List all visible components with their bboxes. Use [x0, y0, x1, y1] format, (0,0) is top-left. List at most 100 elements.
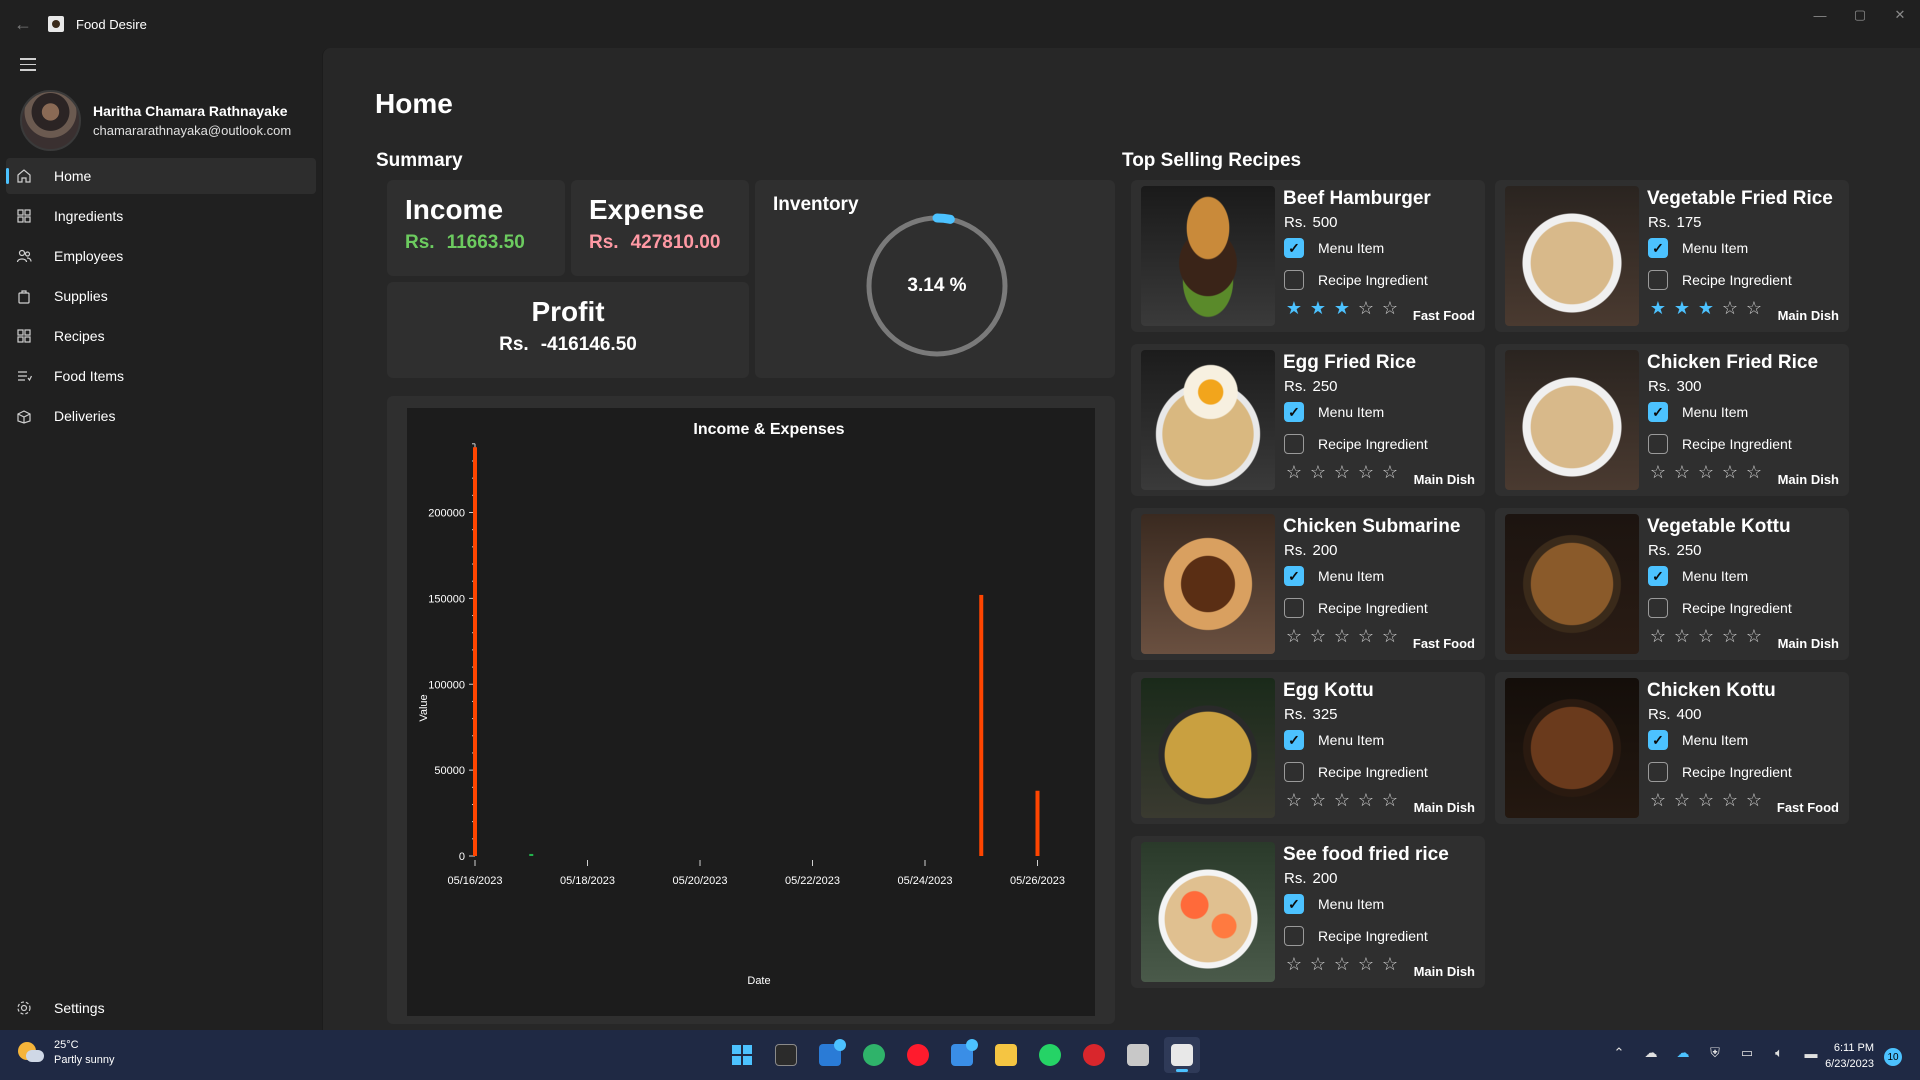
star-icon[interactable]: ☆ — [1282, 954, 1306, 975]
menu-item-checkbox-row[interactable]: ✓ Menu Item — [1648, 566, 1748, 586]
recipe-ingredient-checkbox[interactable] — [1284, 598, 1304, 618]
taskbar-app-t[interactable] — [1076, 1037, 1112, 1073]
rating-stars[interactable]: ☆ ☆ ☆ ☆ ☆ — [1282, 626, 1402, 647]
recipe-ingredient-checkbox-row[interactable]: Recipe Ingredient — [1284, 598, 1428, 618]
star-icon[interactable]: ☆ — [1694, 790, 1718, 811]
star-icon[interactable]: ★ — [1694, 298, 1718, 319]
recipe-card-chicken-submarine[interactable]: Chicken Submarine Rs. 200 ✓ Menu Item Rec… — [1131, 508, 1485, 660]
taskbar-whatsapp[interactable] — [1032, 1037, 1068, 1073]
star-icon[interactable]: ☆ — [1330, 462, 1354, 483]
menu-item-checkbox[interactable]: ✓ — [1648, 730, 1668, 750]
sidebar-item-ingredients[interactable]: Ingredients — [6, 198, 316, 234]
recipe-card-chicken-fried-rice[interactable]: Chicken Fried Rice Rs. 300 ✓ Menu Item Re… — [1495, 344, 1849, 496]
rating-stars[interactable]: ☆ ☆ ☆ ☆ ☆ — [1646, 790, 1766, 811]
recipe-ingredient-checkbox[interactable] — [1648, 434, 1668, 454]
taskbar-store[interactable] — [944, 1037, 980, 1073]
recipe-card-chicken-kottu[interactable]: Chicken Kottu Rs. 400 ✓ Menu Item Recipe … — [1495, 672, 1849, 824]
menu-item-checkbox-row[interactable]: ✓ Menu Item — [1284, 894, 1384, 914]
recipe-ingredient-checkbox[interactable] — [1284, 762, 1304, 782]
star-icon[interactable]: ☆ — [1354, 462, 1378, 483]
sidebar-item-employees[interactable]: Employees — [6, 238, 316, 274]
star-icon[interactable]: ☆ — [1670, 790, 1694, 811]
menu-item-checkbox[interactable]: ✓ — [1284, 566, 1304, 586]
recipe-ingredient-checkbox[interactable] — [1284, 270, 1304, 290]
star-icon[interactable]: ☆ — [1282, 462, 1306, 483]
star-icon[interactable]: ★ — [1282, 298, 1306, 319]
menu-item-checkbox[interactable]: ✓ — [1284, 238, 1304, 258]
star-icon[interactable]: ☆ — [1330, 790, 1354, 811]
recipe-card-egg-fried-rice[interactable]: Egg Fried Rice Rs. 250 ✓ Menu Item Recipe… — [1131, 344, 1485, 496]
star-icon[interactable]: ☆ — [1694, 626, 1718, 647]
sidebar-item-recipes[interactable]: Recipes — [6, 318, 316, 354]
user-profile[interactable]: Haritha Chamara Rathnayake chamararathna… — [20, 90, 291, 151]
security-icon[interactable]: ⛨ — [1706, 1044, 1724, 1062]
network-icon[interactable]: ▭ — [1738, 1044, 1756, 1062]
sidebar-item-home[interactable]: Home — [6, 158, 316, 194]
star-icon[interactable]: ☆ — [1354, 626, 1378, 647]
star-icon[interactable]: ☆ — [1742, 626, 1766, 647]
start-button[interactable] — [724, 1037, 760, 1073]
weather-widget[interactable]: 25°C Partly sunny — [18, 1038, 115, 1068]
close-button[interactable]: ✕ — [1880, 0, 1920, 30]
recipe-card-vegetable-kottu[interactable]: Vegetable Kottu Rs. 250 ✓ Menu Item Recip… — [1495, 508, 1849, 660]
star-icon[interactable]: ☆ — [1742, 790, 1766, 811]
star-icon[interactable]: ☆ — [1330, 954, 1354, 975]
star-icon[interactable]: ☆ — [1670, 462, 1694, 483]
recipe-ingredient-checkbox[interactable] — [1648, 270, 1668, 290]
menu-item-checkbox-row[interactable]: ✓ Menu Item — [1648, 238, 1748, 258]
menu-item-checkbox[interactable]: ✓ — [1284, 402, 1304, 422]
recipe-card-egg-kottu[interactable]: Egg Kottu Rs. 325 ✓ Menu Item Recipe Ingr… — [1131, 672, 1485, 824]
menu-item-checkbox[interactable]: ✓ — [1648, 238, 1668, 258]
star-icon[interactable]: ☆ — [1378, 626, 1402, 647]
recipe-ingredient-checkbox[interactable] — [1284, 434, 1304, 454]
notification-badge[interactable]: 10 — [1884, 1048, 1902, 1066]
star-icon[interactable]: ★ — [1330, 298, 1354, 319]
star-icon[interactable]: ☆ — [1378, 462, 1402, 483]
star-icon[interactable]: ☆ — [1718, 626, 1742, 647]
menu-item-checkbox-row[interactable]: ✓ Menu Item — [1648, 402, 1748, 422]
recipe-ingredient-checkbox[interactable] — [1648, 598, 1668, 618]
recipe-ingredient-checkbox-row[interactable]: Recipe Ingredient — [1648, 598, 1792, 618]
star-icon[interactable]: ☆ — [1354, 954, 1378, 975]
taskbar-file-explorer[interactable] — [988, 1037, 1024, 1073]
star-icon[interactable]: ★ — [1670, 298, 1694, 319]
taskbar-terminal[interactable] — [768, 1037, 804, 1073]
chevron-up-icon[interactable]: ⌃ — [1610, 1044, 1628, 1062]
star-icon[interactable]: ☆ — [1306, 790, 1330, 811]
rating-stars[interactable]: ☆ ☆ ☆ ☆ ☆ — [1646, 462, 1766, 483]
star-icon[interactable]: ☆ — [1282, 626, 1306, 647]
recipe-ingredient-checkbox[interactable] — [1284, 926, 1304, 946]
star-icon[interactable]: ☆ — [1646, 626, 1670, 647]
star-icon[interactable]: ☆ — [1354, 790, 1378, 811]
star-icon[interactable]: ☆ — [1378, 298, 1402, 319]
menu-item-checkbox-row[interactable]: ✓ Menu Item — [1648, 730, 1748, 750]
rating-stars[interactable]: ★ ★ ★ ☆ ☆ — [1282, 298, 1402, 319]
star-icon[interactable]: ☆ — [1354, 298, 1378, 319]
star-icon[interactable]: ☆ — [1718, 298, 1742, 319]
star-icon[interactable]: ★ — [1306, 298, 1330, 319]
star-icon[interactable]: ☆ — [1718, 790, 1742, 811]
taskbar-opera[interactable] — [900, 1037, 936, 1073]
recipe-ingredient-checkbox-row[interactable]: Recipe Ingredient — [1284, 926, 1428, 946]
taskbar-edge[interactable] — [856, 1037, 892, 1073]
star-icon[interactable]: ☆ — [1378, 954, 1402, 975]
cloud-icon[interactable]: ☁ — [1642, 1044, 1660, 1062]
recipe-ingredient-checkbox-row[interactable]: Recipe Ingredient — [1284, 762, 1428, 782]
star-icon[interactable]: ☆ — [1306, 954, 1330, 975]
menu-item-checkbox-row[interactable]: ✓ Menu Item — [1284, 402, 1384, 422]
recipe-ingredient-checkbox-row[interactable]: Recipe Ingredient — [1284, 270, 1428, 290]
rating-stars[interactable]: ☆ ☆ ☆ ☆ ☆ — [1282, 462, 1402, 483]
recipe-ingredient-checkbox-row[interactable]: Recipe Ingredient — [1648, 434, 1792, 454]
star-icon[interactable]: ☆ — [1718, 462, 1742, 483]
star-icon[interactable]: ☆ — [1306, 626, 1330, 647]
star-icon[interactable]: ☆ — [1742, 462, 1766, 483]
taskbar-package[interactable] — [1120, 1037, 1156, 1073]
star-icon[interactable]: ★ — [1646, 298, 1670, 319]
rating-stars[interactable]: ☆ ☆ ☆ ☆ ☆ — [1282, 954, 1402, 975]
recipe-ingredient-checkbox-row[interactable]: Recipe Ingredient — [1648, 270, 1792, 290]
star-icon[interactable]: ☆ — [1330, 626, 1354, 647]
sidebar-item-food-items[interactable]: Food Items — [6, 358, 316, 394]
maximize-button[interactable]: ▢ — [1840, 0, 1880, 30]
menu-item-checkbox-row[interactable]: ✓ Menu Item — [1284, 238, 1384, 258]
rating-stars[interactable]: ★ ★ ★ ☆ ☆ — [1646, 298, 1766, 319]
